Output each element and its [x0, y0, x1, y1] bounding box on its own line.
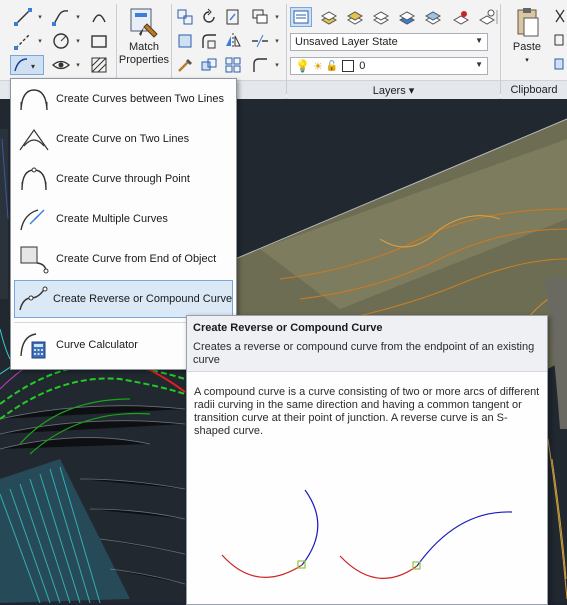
light-bulb-icon: 💡: [295, 59, 310, 73]
chevron-down-icon: ▼: [475, 36, 483, 45]
chevron-down-icon[interactable]: ▾: [74, 55, 82, 75]
stretch-icon[interactable]: [174, 31, 196, 51]
chevron-down-icon: ▾: [525, 57, 529, 64]
layer-states-icon[interactable]: [318, 7, 340, 27]
layer-state-value: Unsaved Layer State: [295, 36, 398, 48]
tooltip-illustration: [221, 489, 513, 579]
chevron-down-icon[interactable]: ▾: [273, 55, 281, 75]
grid-array-icon[interactable]: [222, 55, 244, 75]
svg-text:▾: ▾: [31, 62, 35, 71]
chevron-down-icon[interactable]: ▾: [74, 31, 82, 51]
menu-item-label: Create Curve through Point: [56, 173, 190, 185]
menu-item-label: Create Reverse or Compound Curve: [53, 293, 233, 305]
multiple-curves-icon: [16, 202, 52, 236]
layer-combo[interactable]: 💡 ☀ 🔓 0 ▼: [290, 57, 488, 75]
line-icon[interactable]: [12, 7, 34, 27]
menu-item-curves-between-two-lines[interactable]: Create Curves between Two Lines: [14, 80, 233, 118]
menu-item-label: Create Multiple Curves: [56, 213, 168, 225]
reverse-first-arc: [339, 555, 418, 579]
trim-icon[interactable]: [222, 7, 244, 27]
hatch-icon[interactable]: [88, 55, 110, 75]
copy-icon[interactable]: [552, 31, 567, 51]
layer-match-icon[interactable]: [450, 7, 472, 27]
copy-objects-icon[interactable]: [174, 7, 196, 27]
chevron-down-icon[interactable]: ▾: [36, 31, 44, 51]
curves-icon[interactable]: ▾: [10, 55, 44, 75]
mirror-icon[interactable]: [222, 31, 244, 51]
menu-item-label: Curve Calculator: [56, 339, 138, 351]
scale-icon[interactable]: [174, 55, 196, 75]
curve-on-two-lines-icon: [16, 122, 52, 156]
reverse-second-arc: [416, 511, 513, 567]
cut-icon[interactable]: [552, 7, 567, 27]
layers-panel-title[interactable]: Layers ▾: [287, 80, 500, 99]
tooltip-short-description: Creates a reverse or compound curve from…: [193, 341, 535, 366]
chevron-down-icon[interactable]: ▾: [74, 7, 82, 27]
clipboard-panel-title[interactable]: Clipboard: [501, 80, 567, 99]
make-current-icon[interactable]: [490, 7, 504, 27]
reverse-compound-curve-icon: [17, 282, 49, 316]
command-tooltip: Create Reverse or Compound Curve Creates…: [186, 315, 548, 605]
match-properties-icon: [130, 8, 158, 38]
curve-calculator-icon: [16, 328, 52, 362]
paste-button[interactable]: Paste ▾: [506, 6, 548, 67]
chamfer-icon[interactable]: [249, 55, 271, 75]
menu-item-curve-on-two-lines[interactable]: Create Curve on Two Lines: [14, 120, 233, 158]
layer-state-combo[interactable]: Unsaved Layer State ▼: [290, 33, 488, 51]
polyline-arc-icon[interactable]: [50, 7, 72, 27]
match-properties-button[interactable]: Match Properties: [118, 6, 170, 67]
copy-clip-icon[interactable]: [552, 55, 567, 75]
eye-icon[interactable]: [50, 55, 72, 75]
sun-icon: ☀: [312, 60, 323, 73]
tooltip-title: Create Reverse or Compound Curve: [193, 322, 383, 334]
chevron-down-icon[interactable]: ▾: [36, 7, 44, 27]
arc-icon[interactable]: [88, 7, 110, 27]
layer-isolate-icon[interactable]: [344, 7, 366, 27]
layer-unisolate-icon[interactable]: [370, 7, 392, 27]
copy-layer-icon[interactable]: [249, 7, 271, 27]
compound-first-arc: [221, 554, 303, 578]
layer-value: 0: [359, 60, 366, 72]
paste-label: Paste: [512, 41, 542, 53]
compound-second-arc: [301, 489, 319, 566]
curve-through-point-icon: [16, 162, 52, 196]
chevron-down-icon[interactable]: ▾: [273, 7, 281, 27]
chevron-down-icon: ▼: [475, 60, 483, 69]
menu-item-multiple-curves[interactable]: Create Multiple Curves: [14, 200, 233, 238]
layer-off-icon[interactable]: [422, 7, 444, 27]
layer-freeze-icon[interactable]: [396, 7, 418, 27]
match-properties-label: Match Properties: [118, 41, 170, 66]
menu-item-reverse-or-compound-curve[interactable]: Create Reverse or Compound Curve: [14, 280, 233, 318]
rectangle-icon[interactable]: [88, 31, 110, 51]
chevron-down-icon[interactable]: ▾: [273, 31, 281, 51]
menu-item-label: Create Curve from End of Object: [56, 253, 217, 265]
layer-properties-icon[interactable]: [290, 7, 312, 27]
array-icon[interactable]: [198, 55, 220, 75]
tooltip-long-description: A compound curve is a curve consisting o…: [194, 386, 540, 437]
curve-between-lines-icon: [16, 82, 52, 116]
menu-item-curve-from-end-of-object[interactable]: Create Curve from End of Object: [14, 240, 233, 278]
paste-icon: [517, 8, 539, 37]
menu-item-label: Create Curves between Two Lines: [56, 93, 224, 105]
lock-icon: 🔓: [325, 60, 339, 72]
circle-icon[interactable]: [50, 31, 72, 51]
fillet-icon[interactable]: [198, 31, 220, 51]
menu-item-label: Create Curve on Two Lines: [56, 133, 190, 145]
menu-item-curve-through-point[interactable]: Create Curve through Point: [14, 160, 233, 198]
rotate-icon[interactable]: [198, 7, 220, 27]
break-icon[interactable]: [249, 31, 271, 51]
tooltip-header: Create Reverse or Compound Curve Creates…: [187, 316, 547, 372]
layer-color-swatch: [342, 60, 355, 72]
curve-from-end-icon: [16, 242, 52, 276]
dashed-line-icon[interactable]: [12, 31, 34, 51]
